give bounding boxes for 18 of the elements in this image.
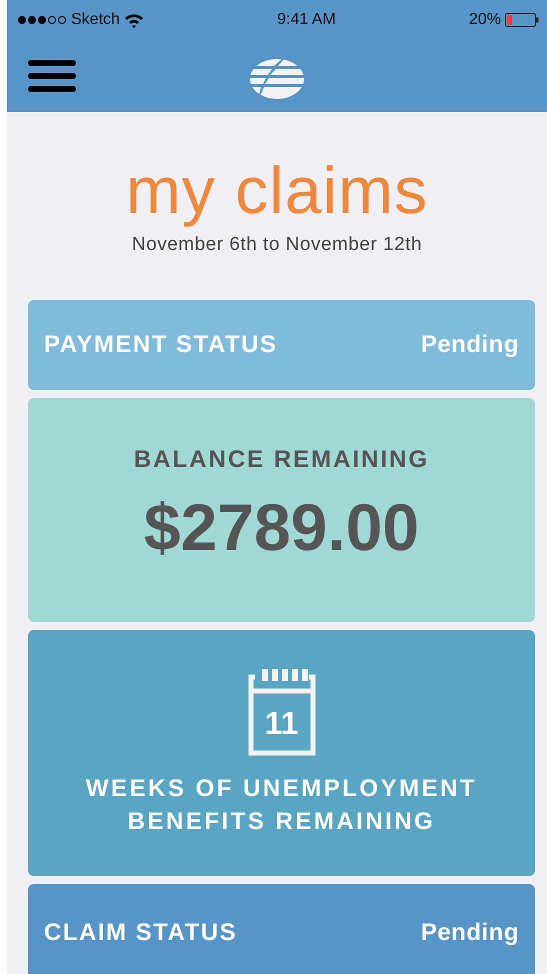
weeks-label: WEEKS OF UNEMPLOYMENT BENEFITS REMAINING xyxy=(84,774,478,836)
date-range: November 6th to November 12th xyxy=(132,233,422,257)
status-value: Pending xyxy=(420,330,519,360)
logo-icon xyxy=(250,59,304,99)
status-card[interactable]: CLAIM STATUS Pending xyxy=(28,884,535,974)
battery-percent: 20% xyxy=(468,10,501,30)
battery-icon xyxy=(505,13,539,27)
balance-label: BALANCE REMAINING xyxy=(134,445,430,475)
balance-amount: $2789.00 xyxy=(144,489,420,566)
status-label: PAYMENT STATUS xyxy=(44,330,278,360)
calendar-day: 11 xyxy=(242,707,322,740)
wifi-icon xyxy=(124,12,144,28)
clock-time: 9:41 AM xyxy=(277,10,336,30)
signal-icon xyxy=(17,15,67,25)
carrier-name: Sketch xyxy=(71,10,120,30)
status-value: Pending xyxy=(420,918,519,948)
status-card[interactable]: PAYMENT STATUS Pending xyxy=(28,300,535,390)
status-label: CLAIM STATUS xyxy=(44,918,238,948)
